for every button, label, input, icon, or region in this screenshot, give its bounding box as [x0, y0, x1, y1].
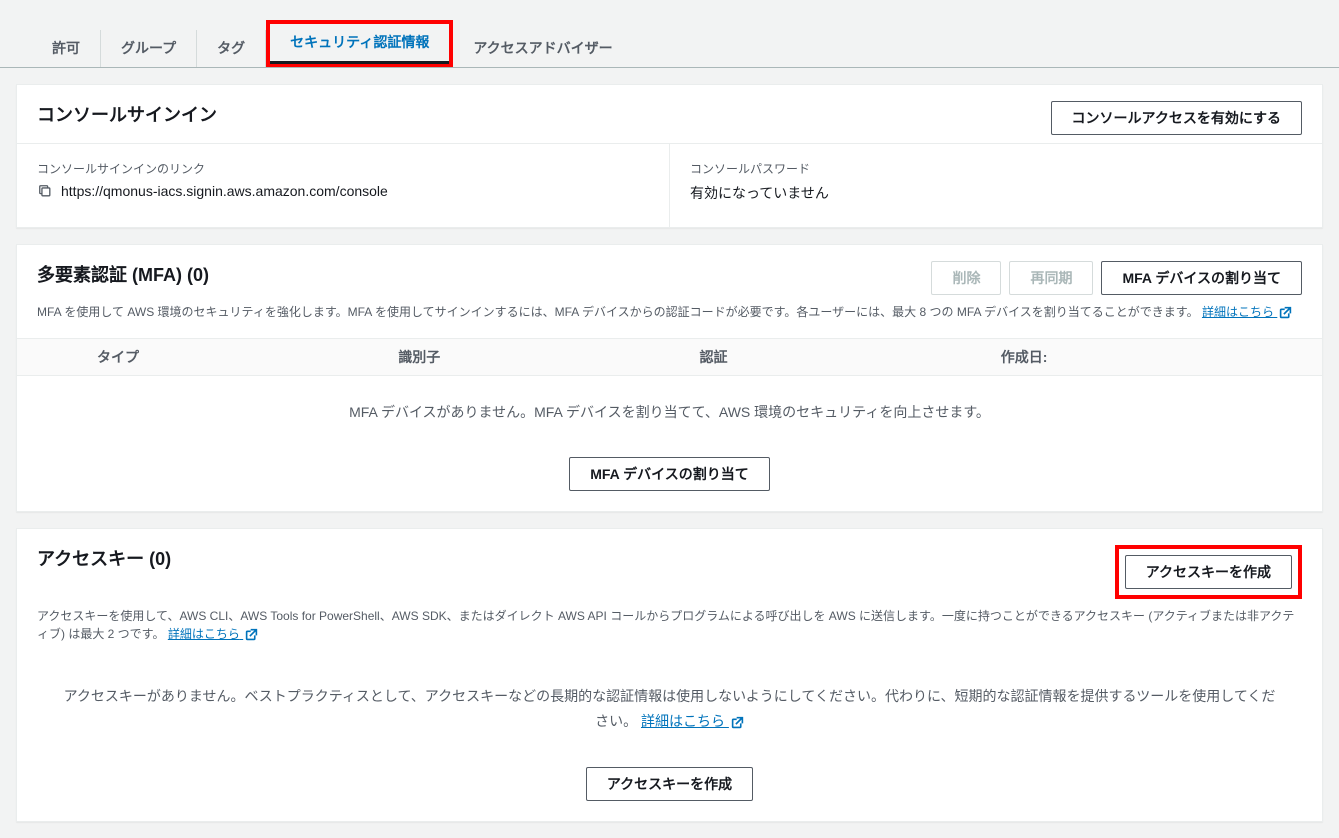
mfa-panel: 多要素認証 (MFA) (0) 削除 再同期 MFA デバイスの割り当て MFA…	[16, 244, 1323, 512]
tab-security-credentials[interactable]: セキュリティ認証情報	[270, 24, 449, 64]
iam-user-tabs: 許可 グループ タグ セキュリティ認証情報 アクセスアドバイザー	[0, 0, 1339, 68]
mfa-col-created: 作成日:	[1001, 347, 1302, 367]
highlight-security-tab: セキュリティ認証情報	[266, 20, 453, 67]
mfa-title: 多要素認証 (MFA) (0)	[37, 261, 209, 287]
external-link-icon	[731, 710, 744, 735]
console-signin-panel: コンソールサインイン コンソールアクセスを有効にする コンソールサインインのリン…	[16, 84, 1323, 228]
access-keys-empty-learn-more-link[interactable]: 詳細はこちら	[641, 713, 744, 729]
mfa-col-type: タイプ	[97, 347, 398, 367]
mfa-col-identifier: 識別子	[398, 347, 699, 367]
mfa-empty-text: MFA デバイスがありません。MFA デバイスを割り当てて、AWS 環境のセキュ…	[17, 376, 1322, 449]
access-keys-learn-more-link[interactable]: 詳細はこちら	[168, 627, 258, 641]
console-password-label: コンソールパスワード	[690, 160, 1302, 177]
signin-link-value: https://qmonus-iacs.signin.aws.amazon.co…	[61, 183, 388, 199]
create-access-key-button[interactable]: アクセスキーを作成	[1125, 555, 1292, 589]
external-link-icon	[1279, 304, 1292, 322]
tab-tags[interactable]: タグ	[197, 30, 266, 67]
mfa-col-auth: 認証	[700, 347, 1001, 367]
tab-groups[interactable]: グループ	[101, 30, 197, 67]
mfa-description: MFA を使用して AWS 環境のセキュリティを強化します。MFA を使用してサ…	[17, 303, 1322, 338]
access-keys-panel: アクセスキー (0) アクセスキーを作成 アクセスキーを使用して、AWS CLI…	[16, 528, 1323, 822]
mfa-empty-assign-button[interactable]: MFA デバイスの割り当て	[569, 457, 770, 491]
console-password-value: 有効になっていません	[690, 183, 1302, 203]
mfa-resync-button: 再同期	[1009, 261, 1093, 295]
copy-icon[interactable]	[37, 183, 53, 199]
signin-link-label: コンソールサインインのリンク	[37, 160, 649, 177]
mfa-assign-button[interactable]: MFA デバイスの割り当て	[1101, 261, 1302, 295]
external-link-icon	[245, 626, 258, 644]
mfa-table-header: タイプ 識別子 認証 作成日:	[17, 338, 1322, 376]
tab-permissions[interactable]: 許可	[32, 30, 101, 67]
tab-access-advisor[interactable]: アクセスアドバイザー	[453, 30, 632, 67]
access-keys-description: アクセスキーを使用して、AWS CLI、AWS Tools for PowerS…	[17, 607, 1322, 660]
mfa-delete-button: 削除	[931, 261, 1001, 295]
console-signin-title: コンソールサインイン	[37, 101, 217, 127]
enable-console-access-button[interactable]: コンソールアクセスを有効にする	[1051, 101, 1302, 135]
highlight-create-access-key: アクセスキーを作成	[1115, 545, 1302, 599]
mfa-learn-more-link[interactable]: 詳細はこちら	[1202, 305, 1292, 319]
access-keys-empty-create-button[interactable]: アクセスキーを作成	[586, 767, 753, 801]
access-keys-title: アクセスキー (0)	[37, 545, 171, 571]
mfa-col-checkbox	[37, 347, 97, 367]
